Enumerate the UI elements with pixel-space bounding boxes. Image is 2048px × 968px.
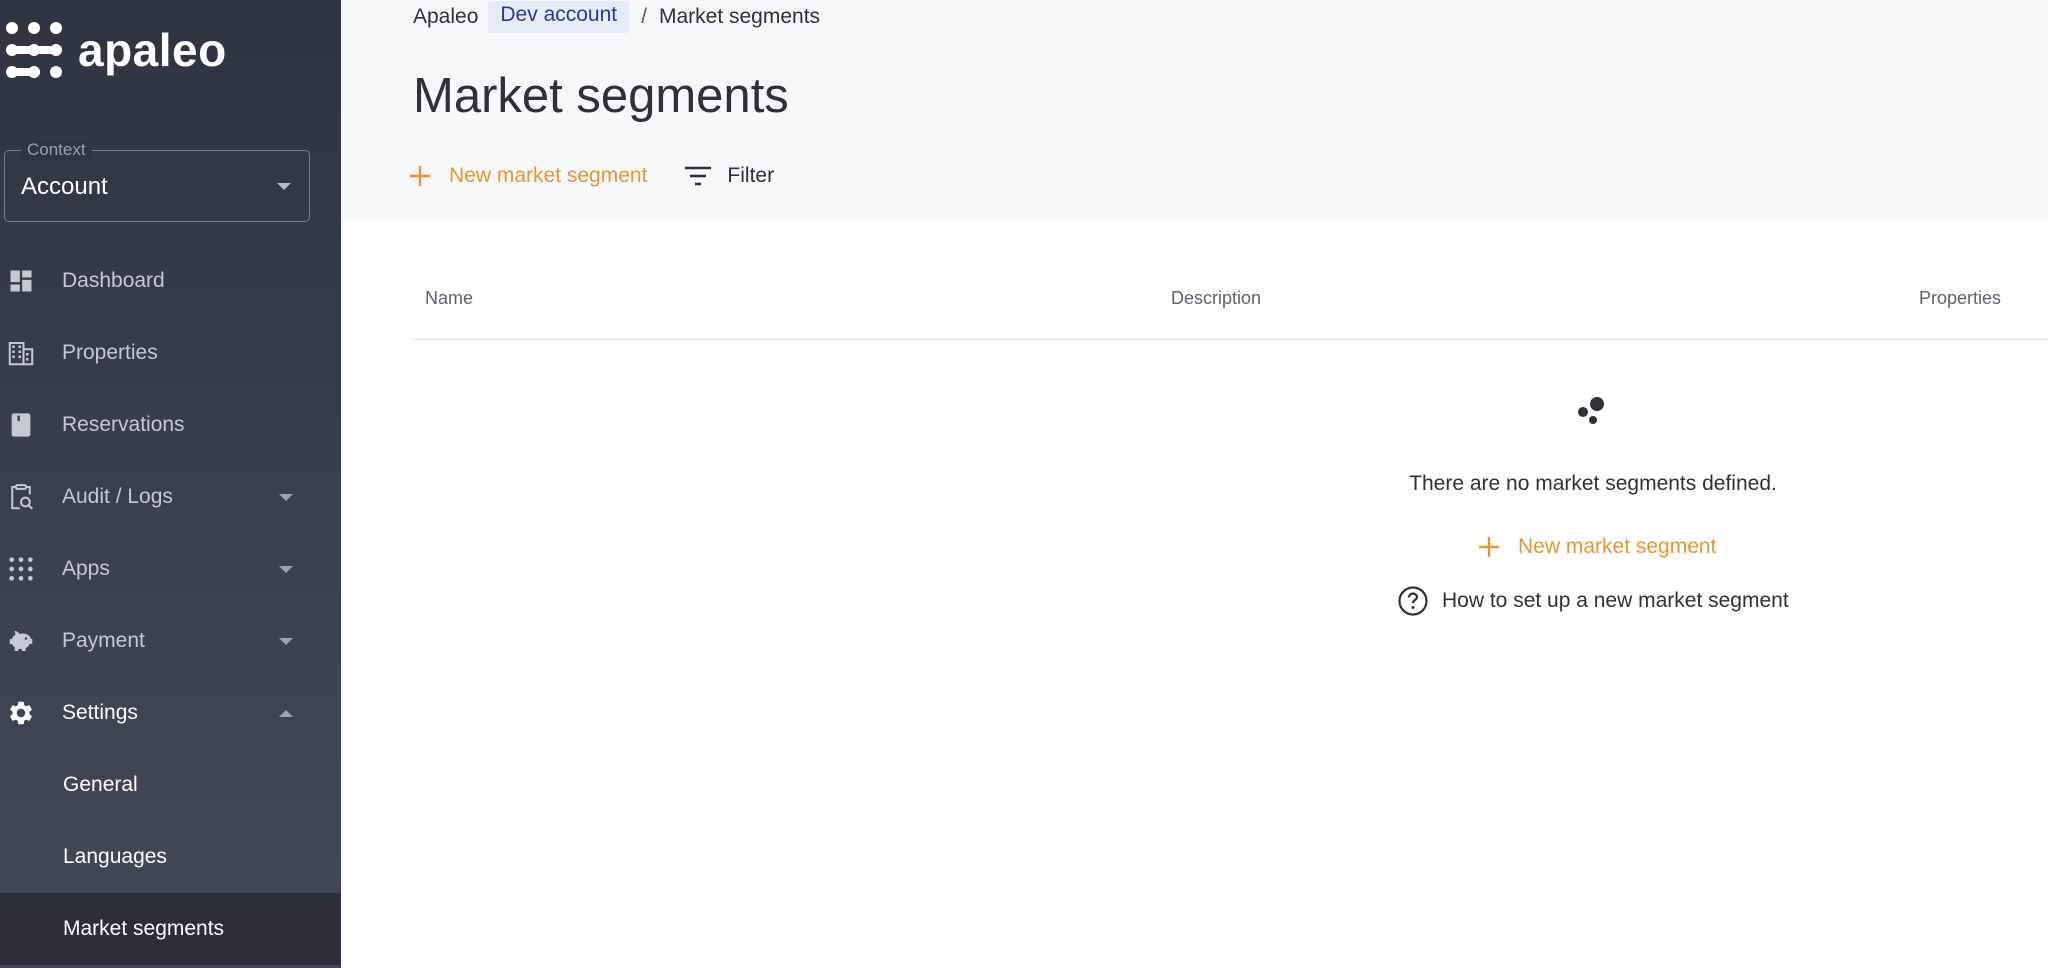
column-header-name[interactable]: Name bbox=[425, 288, 473, 309]
sidebar-item-audit-logs[interactable]: Audit / Logs bbox=[0, 461, 341, 533]
audit-logs-icon bbox=[6, 482, 36, 512]
help-link[interactable]: How to set up a new market segment bbox=[1396, 584, 1789, 618]
sidebar-item-label: Settings bbox=[62, 701, 138, 724]
brand-name: apaleo bbox=[78, 24, 227, 76]
sidebar: apaleo Context Account Dashboard Propert… bbox=[0, 0, 341, 968]
apaleo-logo[interactable]: apaleo bbox=[4, 20, 227, 80]
bubbles-icon bbox=[1575, 392, 1611, 433]
breadcrumb: Apaleo Dev account / Market segments bbox=[413, 0, 820, 34]
sidebar-item-label: Dashboard bbox=[62, 269, 165, 292]
sidebar-nav: Dashboard Properties Reservations Audit … bbox=[0, 245, 341, 965]
sidebar-subitem-market-segments[interactable]: Market segments bbox=[0, 893, 341, 965]
context-legend: Context bbox=[21, 140, 92, 160]
chevron-down-icon bbox=[279, 493, 293, 501]
column-header-description[interactable]: Description bbox=[1171, 288, 1261, 309]
toolbar: New market segment Filter bbox=[405, 158, 774, 194]
sidebar-subitem-languages[interactable]: Languages bbox=[0, 821, 341, 893]
sidebar-item-label: Audit / Logs bbox=[62, 485, 173, 508]
sidebar-item-label: Reservations bbox=[62, 413, 185, 436]
page-title: Market segments bbox=[413, 69, 789, 123]
dashboard-icon bbox=[6, 266, 36, 296]
sidebar-item-settings[interactable]: Settings bbox=[0, 677, 341, 749]
caret-down-icon bbox=[277, 183, 291, 190]
chevron-down-icon bbox=[279, 637, 293, 645]
sidebar-item-dashboard[interactable]: Dashboard bbox=[0, 245, 341, 317]
breadcrumb-root: Apaleo bbox=[413, 5, 479, 28]
breadcrumb-current: Market segments bbox=[658, 5, 821, 28]
sidebar-subitem-general[interactable]: General bbox=[0, 749, 341, 821]
plus-icon bbox=[1474, 532, 1504, 562]
logo-mark-icon bbox=[6, 22, 62, 78]
table-header: Name Description Properties bbox=[412, 264, 2048, 340]
sidebar-item-apps[interactable]: Apps bbox=[0, 533, 341, 605]
sidebar-item-label: Apps bbox=[62, 557, 110, 580]
apps-icon bbox=[6, 554, 36, 584]
help-link-label: How to set up a new market segment bbox=[1442, 589, 1789, 612]
chevron-up-icon bbox=[279, 709, 293, 717]
empty-new-market-segment-button[interactable]: New market segment bbox=[1474, 532, 1716, 562]
breadcrumb-link-dev-account[interactable]: Dev account bbox=[488, 1, 630, 33]
chevron-down-icon bbox=[279, 565, 293, 573]
plus-icon bbox=[405, 161, 435, 191]
column-header-properties[interactable]: Properties bbox=[1919, 288, 2001, 309]
sidebar-item-reservations[interactable]: Reservations bbox=[0, 389, 341, 461]
context-select[interactable]: Context Account bbox=[4, 140, 310, 222]
filter-icon bbox=[683, 161, 713, 191]
help-circle-icon bbox=[1396, 584, 1430, 618]
filter-label: Filter bbox=[727, 164, 775, 187]
sidebar-item-label: Properties bbox=[62, 341, 158, 364]
sidebar-item-payment[interactable]: Payment bbox=[0, 605, 341, 677]
sidebar-item-label: Payment bbox=[62, 629, 145, 652]
empty-state-message: There are no market segments defined. bbox=[1409, 472, 1777, 495]
gear-icon bbox=[6, 698, 36, 728]
breadcrumb-separator: / bbox=[641, 5, 647, 28]
reservations-icon bbox=[6, 410, 36, 440]
piggy-bank-icon bbox=[6, 626, 36, 656]
properties-icon bbox=[6, 338, 36, 368]
sidebar-item-properties[interactable]: Properties bbox=[0, 317, 341, 389]
new-market-segment-label: New market segment bbox=[449, 164, 648, 187]
empty-new-market-segment-label: New market segment bbox=[1518, 535, 1717, 558]
page-header: Apaleo Dev account / Market segments Mar… bbox=[341, 0, 2048, 220]
context-value: Account bbox=[21, 173, 108, 200]
filter-button[interactable]: Filter bbox=[683, 161, 774, 191]
new-market-segment-button[interactable]: New market segment bbox=[405, 161, 647, 191]
